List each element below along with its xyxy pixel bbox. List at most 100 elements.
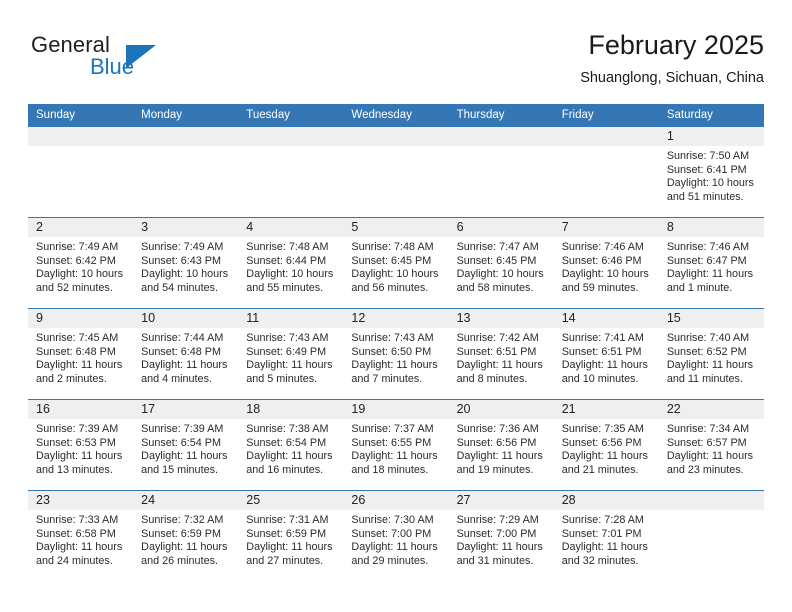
brand-logo[interactable]: General Blue — [28, 32, 238, 94]
calendar-day-cell[interactable]: 6 Sunrise: 7:47 AM Sunset: 6:45 PM Daylight… — [448, 217, 554, 309]
calendar-day-cell[interactable]: 1 Sunrise: 7:50 AM Sunset: 6:41 PM Daylight… — [658, 126, 764, 218]
sunset-text: Sunset: 6:41 PM — [666, 163, 747, 176]
day-number — [343, 127, 449, 146]
sunset-text: Sunset: 6:54 PM — [141, 436, 221, 449]
day-info: Sunrise: 7:28 AM Sunset: 7:01 PM Daylight:… — [554, 510, 659, 568]
calendar-day-cell[interactable]: 23 Sunrise: 7:33 AM Sunset: 6:58 PM Dayligh… — [28, 490, 134, 581]
calendar-day-cell[interactable]: 14 Sunrise: 7:41 AM Sunset: 6:51 PM Dayligh… — [553, 308, 659, 400]
day-cell-inner: 20 Sunrise: 7:36 AM Sunset: 6:56 PM Dayligh… — [448, 400, 554, 490]
daylight-text-line1: Daylight: 10 hours — [36, 268, 124, 281]
sunrise-text: Sunrise: 7:41 AM — [561, 332, 644, 344]
day-number — [133, 127, 239, 146]
sunset-text: Sunset: 6:51 PM — [561, 345, 642, 358]
calendar-day-cell[interactable]: 8 Sunrise: 7:46 AM Sunset: 6:47 PM Daylight… — [658, 217, 764, 309]
day-cell-inner — [553, 127, 659, 217]
sunset-text: Sunset: 6:49 PM — [246, 345, 327, 358]
calendar-day-cell[interactable]: 20 Sunrise: 7:36 AM Sunset: 6:56 PM Dayligh… — [448, 399, 554, 491]
day-cell-inner: 13 Sunrise: 7:42 AM Sunset: 6:51 PM Dayligh… — [448, 309, 554, 399]
day-cell-inner — [343, 127, 449, 217]
sunset-text: Sunset: 6:50 PM — [351, 345, 432, 358]
day-number: 17 — [133, 400, 239, 419]
day-cell-inner — [658, 491, 764, 581]
daylight-text-line2: and 10 minutes. — [561, 372, 639, 385]
sunrise-text: Sunrise: 7:44 AM — [141, 332, 224, 344]
sunset-text: Sunset: 6:53 PM — [36, 436, 116, 449]
calendar-day-cell[interactable]: 25 Sunrise: 7:31 AM Sunset: 6:59 PM Dayligh… — [238, 490, 344, 581]
sunrise-text: Sunrise: 7:36 AM — [456, 423, 539, 435]
day-number: 16 — [28, 400, 134, 419]
day-info: Sunrise: 7:46 AM Sunset: 6:47 PM Daylight:… — [659, 237, 764, 295]
day-info: Sunrise: 7:44 AM Sunset: 6:48 PM Daylight:… — [133, 328, 238, 386]
sunrise-text: Sunrise: 7:31 AM — [246, 514, 329, 526]
sunset-text: Sunset: 6:43 PM — [141, 254, 221, 267]
day-number: 26 — [343, 491, 449, 510]
day-number: 4 — [238, 218, 344, 237]
daylight-text-line1: Daylight: 10 hours — [456, 268, 544, 281]
day-cell-inner: 10 Sunrise: 7:44 AM Sunset: 6:48 PM Dayligh… — [133, 309, 239, 399]
calendar-day-cell[interactable]: 9 Sunrise: 7:45 AM Sunset: 6:48 PM Daylight… — [28, 308, 134, 400]
calendar-day-cell[interactable]: 16 Sunrise: 7:39 AM Sunset: 6:53 PM Dayligh… — [28, 399, 134, 491]
sunrise-text: Sunrise: 7:42 AM — [456, 332, 539, 344]
day-cell-inner: 12 Sunrise: 7:43 AM Sunset: 6:50 PM Dayligh… — [343, 309, 449, 399]
day-info: Sunrise: 7:39 AM Sunset: 6:54 PM Daylight:… — [133, 419, 238, 477]
day-info: Sunrise: 7:36 AM Sunset: 6:56 PM Daylight:… — [449, 419, 554, 477]
calendar-day-cell[interactable]: 27 Sunrise: 7:29 AM Sunset: 7:00 PM Dayligh… — [448, 490, 554, 581]
day-cell-inner: 9 Sunrise: 7:45 AM Sunset: 6:48 PM Daylight… — [28, 309, 134, 399]
calendar-day-cell[interactable]: 26 Sunrise: 7:30 AM Sunset: 7:00 PM Dayligh… — [343, 490, 449, 581]
calendar-day-cell[interactable]: 5 Sunrise: 7:48 AM Sunset: 6:45 PM Daylight… — [343, 217, 449, 309]
daylight-text-line2: and 55 minutes. — [246, 281, 324, 294]
daylight-text-line2: and 52 minutes. — [36, 281, 113, 294]
daylight-text-line2: and 1 minute. — [666, 281, 733, 294]
sunset-text: Sunset: 6:52 PM — [666, 345, 747, 358]
calendar-day-cell[interactable]: 21 Sunrise: 7:35 AM Sunset: 6:56 PM Dayligh… — [553, 399, 659, 491]
calendar-week-row: 9 Sunrise: 7:45 AM Sunset: 6:48 PM Daylight… — [28, 308, 764, 400]
sunrise-text: Sunrise: 7:33 AM — [36, 514, 119, 526]
day-info: Sunrise: 7:34 AM Sunset: 6:57 PM Daylight:… — [659, 419, 764, 477]
sunset-text: Sunset: 6:59 PM — [141, 527, 221, 540]
daylight-text-line2: and 7 minutes. — [351, 372, 423, 385]
day-number: 3 — [133, 218, 239, 237]
calendar-day-cell[interactable]: 18 Sunrise: 7:38 AM Sunset: 6:54 PM Dayligh… — [238, 399, 344, 491]
calendar-day-cell[interactable]: 19 Sunrise: 7:37 AM Sunset: 6:55 PM Dayligh… — [343, 399, 449, 491]
calendar-day-cell[interactable]: 2 Sunrise: 7:49 AM Sunset: 6:42 PM Daylight… — [28, 217, 134, 309]
calendar-day-cell[interactable]: 28 Sunrise: 7:28 AM Sunset: 7:01 PM Dayligh… — [553, 490, 659, 581]
daylight-text-line2: and 54 minutes. — [141, 281, 218, 294]
day-number: 13 — [448, 309, 554, 328]
sunset-text: Sunset: 6:56 PM — [456, 436, 537, 449]
day-number — [658, 491, 764, 510]
daylight-text-line2: and 32 minutes. — [561, 554, 639, 567]
day-number: 2 — [28, 218, 134, 237]
calendar-day-cell[interactable]: 15 Sunrise: 7:40 AM Sunset: 6:52 PM Dayligh… — [658, 308, 764, 400]
daylight-text-line2: and 26 minutes. — [141, 554, 218, 567]
day-cell-inner: 7 Sunrise: 7:46 AM Sunset: 6:46 PM Daylight… — [553, 218, 659, 308]
weekday-header-wednesday: Wednesday — [343, 104, 449, 127]
calendar-day-cell[interactable]: 11 Sunrise: 7:43 AM Sunset: 6:49 PM Dayligh… — [238, 308, 344, 400]
calendar-day-cell[interactable]: 4 Sunrise: 7:48 AM Sunset: 6:44 PM Daylight… — [238, 217, 344, 309]
sunrise-text: Sunrise: 7:47 AM — [456, 241, 539, 253]
daylight-text-line1: Daylight: 11 hours — [246, 541, 333, 554]
daylight-text-line2: and 59 minutes. — [561, 281, 639, 294]
day-number — [448, 127, 554, 146]
calendar-day-cell[interactable]: 13 Sunrise: 7:42 AM Sunset: 6:51 PM Dayligh… — [448, 308, 554, 400]
calendar-day-cell[interactable]: 10 Sunrise: 7:44 AM Sunset: 6:48 PM Dayligh… — [133, 308, 239, 400]
sunrise-text: Sunrise: 7:35 AM — [561, 423, 644, 435]
calendar-day-cell[interactable]: 17 Sunrise: 7:39 AM Sunset: 6:54 PM Dayligh… — [133, 399, 239, 491]
sunrise-text: Sunrise: 7:39 AM — [141, 423, 224, 435]
daylight-text-line2: and 56 minutes. — [351, 281, 429, 294]
calendar-day-cell[interactable]: 24 Sunrise: 7:32 AM Sunset: 6:59 PM Dayligh… — [133, 490, 239, 581]
daylight-text-line1: Daylight: 10 hours — [666, 177, 754, 190]
daylight-text-line2: and 51 minutes. — [666, 190, 744, 203]
calendar-day-cell[interactable]: 3 Sunrise: 7:49 AM Sunset: 6:43 PM Daylight… — [133, 217, 239, 309]
calendar-day-cell[interactable]: 7 Sunrise: 7:46 AM Sunset: 6:46 PM Daylight… — [553, 217, 659, 309]
day-info: Sunrise: 7:50 AM Sunset: 6:41 PM Daylight:… — [659, 146, 764, 204]
day-cell-inner: 16 Sunrise: 7:39 AM Sunset: 6:53 PM Dayligh… — [28, 400, 134, 490]
day-cell-inner — [238, 127, 344, 217]
daylight-text-line1: Daylight: 11 hours — [36, 450, 123, 463]
daylight-text-line1: Daylight: 11 hours — [141, 450, 228, 463]
daylight-text-line2: and 5 minutes. — [246, 372, 318, 385]
calendar-day-cell[interactable]: 12 Sunrise: 7:43 AM Sunset: 6:50 PM Dayligh… — [343, 308, 449, 400]
day-number: 24 — [133, 491, 239, 510]
day-number: 22 — [658, 400, 764, 419]
title-block: February 2025 Shuanglong, Sichuan, China — [580, 28, 764, 89]
calendar-day-cell[interactable]: 22 Sunrise: 7:34 AM Sunset: 6:57 PM Dayligh… — [658, 399, 764, 491]
